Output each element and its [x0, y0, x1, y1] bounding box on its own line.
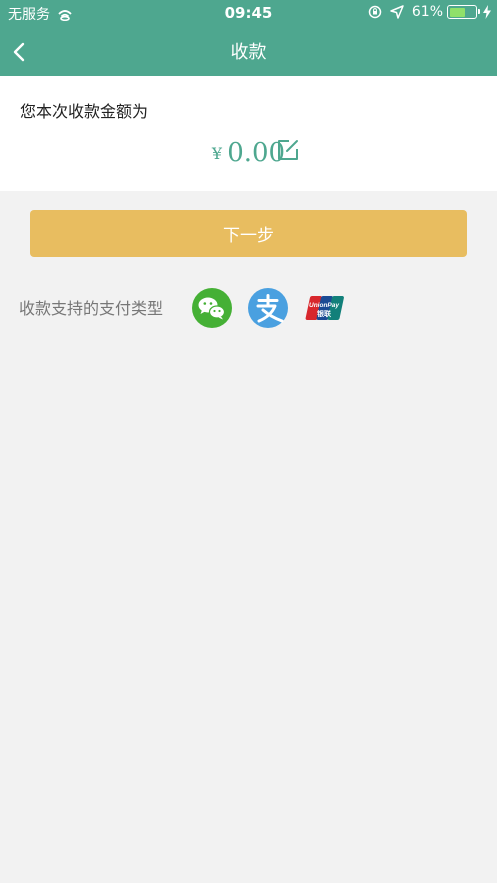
nav-bar: 收款	[0, 26, 497, 76]
alipay-icon	[248, 288, 288, 328]
rotation-lock-icon	[368, 5, 382, 19]
header: 无服务 09:45 61% 收款	[0, 0, 497, 76]
unionpay-icon: UnionPay 银联	[304, 288, 344, 328]
battery-tip	[478, 9, 480, 14]
wechat-pay-icon	[192, 288, 232, 328]
battery-level-fill	[449, 7, 465, 17]
status-right: 61%	[368, 4, 491, 20]
charging-icon	[483, 5, 491, 19]
page-title: 收款	[230, 42, 267, 63]
payment-types-label: 收款支持的支付类型	[19, 299, 164, 318]
battery-percent: 61%	[411, 4, 443, 20]
next-step-button[interactable]: 下一步	[30, 210, 467, 257]
edit-icon	[278, 140, 298, 160]
amount-label: 您本次收款金额为	[20, 102, 149, 121]
amount-display[interactable]: ¥ 0.00	[0, 138, 497, 168]
svg-text:银联: 银联	[317, 309, 332, 318]
edit-amount-button[interactable]	[276, 138, 300, 162]
location-icon	[390, 5, 404, 19]
amount-card: 您本次收款金额为 ¥ 0.00	[0, 76, 497, 191]
currency-symbol: ¥	[211, 144, 223, 163]
battery-icon	[447, 5, 480, 19]
svg-text:UnionPay: UnionPay	[309, 302, 339, 309]
status-bar: 无服务 09:45 61%	[0, 0, 497, 26]
